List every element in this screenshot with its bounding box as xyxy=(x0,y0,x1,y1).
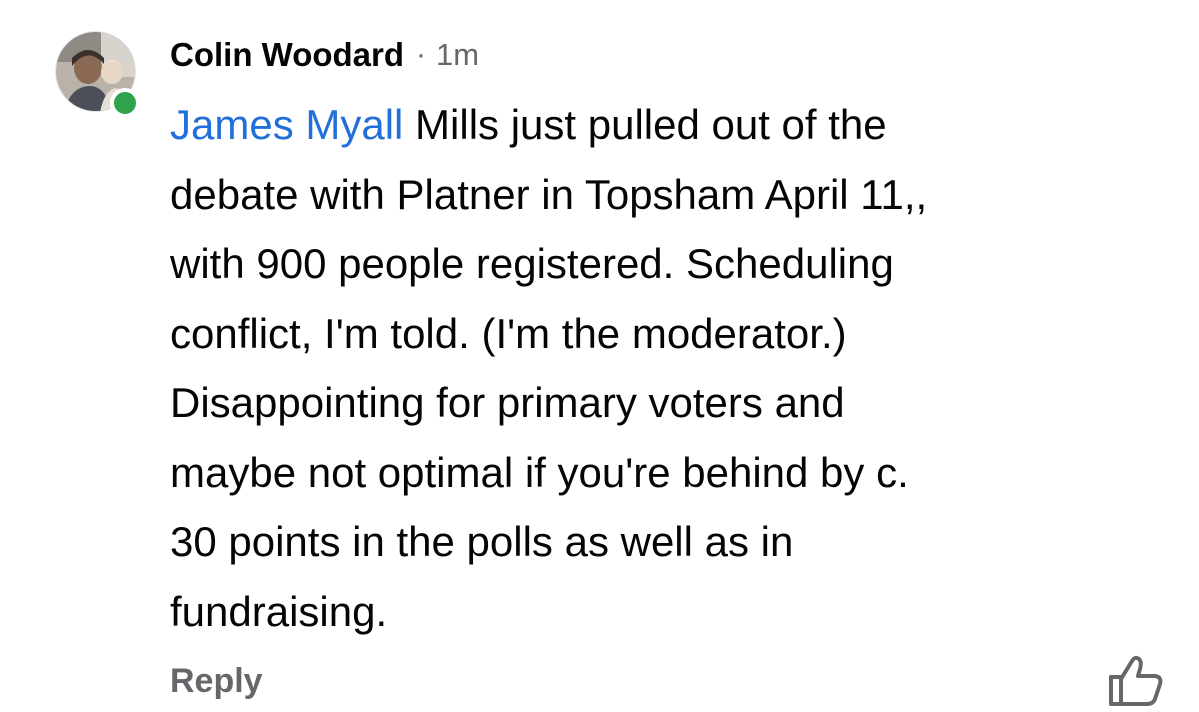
comment-text-line: Mills just pulled out of the xyxy=(403,101,887,148)
comment-text-line: 30 points in the polls as well as in xyxy=(170,518,794,565)
online-status-dot xyxy=(110,88,140,118)
comment-text-line: fundraising. xyxy=(170,587,388,635)
comment-header: Colin Woodard · 1m xyxy=(170,30,479,80)
comment-text-line: conflict, I'm told. (I'm the moderator.) xyxy=(170,309,847,357)
thumbs-up-icon xyxy=(1109,655,1163,706)
like-button[interactable] xyxy=(1108,655,1164,707)
comment-body: James Myall Mills just pulled out of the… xyxy=(170,90,1130,646)
comment-text-line: Disappointing for primary voters and xyxy=(170,379,845,426)
comment-text-line: with 900 people registered. Scheduling xyxy=(170,240,894,287)
reply-button[interactable]: Reply xyxy=(170,662,263,701)
comment-text-line: maybe not optimal if you're behind by c. xyxy=(170,448,909,496)
mention-link[interactable]: James Myall xyxy=(170,101,403,148)
comment-text-line: debate with Platner in Topsham April 11,… xyxy=(170,170,928,218)
comment: Colin Woodard · 1m James Myall Mills jus… xyxy=(0,0,1199,712)
meta-separator: · xyxy=(416,38,427,71)
comment-timestamp[interactable]: 1m xyxy=(436,37,479,73)
author-name[interactable]: Colin Woodard xyxy=(170,36,404,74)
